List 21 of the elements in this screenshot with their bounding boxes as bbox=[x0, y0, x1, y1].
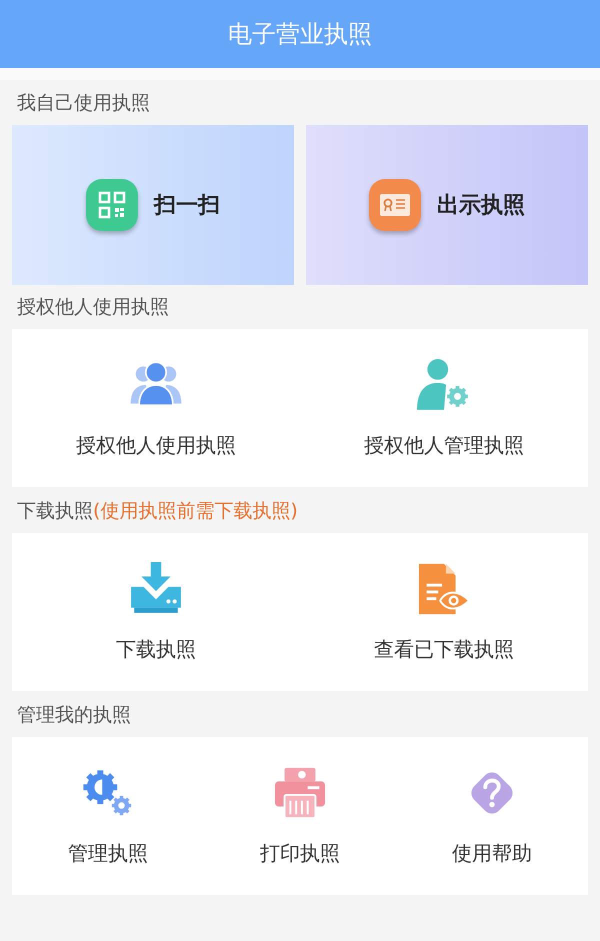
menu-item[interactable]: 下载执照 bbox=[12, 533, 300, 691]
printer-icon bbox=[273, 766, 327, 820]
action-tile[interactable]: 扫一扫 bbox=[12, 125, 294, 285]
qr-code-icon bbox=[86, 179, 138, 231]
menu-item[interactable]: 查看已下载执照 bbox=[300, 533, 588, 691]
section-title: 授权他人使用执照 bbox=[17, 295, 169, 320]
user-gear-icon bbox=[417, 358, 471, 412]
action-tile[interactable]: 出示执照 bbox=[306, 125, 588, 285]
menu-item[interactable]: 管理执照 bbox=[12, 737, 204, 895]
menu-item[interactable]: 使用帮助 bbox=[396, 737, 588, 895]
section-title: 下载执照 bbox=[17, 499, 93, 524]
document-eye-icon bbox=[417, 562, 471, 616]
menu-item[interactable]: 授权他人管理执照 bbox=[300, 329, 588, 487]
section-title: 我自己使用执照 bbox=[17, 90, 150, 116]
menu-item[interactable]: 授权他人使用执照 bbox=[12, 329, 300, 487]
section-note: (使用执照前需下载执照) bbox=[93, 499, 298, 524]
page-title: 电子营业执照 bbox=[228, 19, 372, 50]
section-title: 管理我的执照 bbox=[17, 703, 131, 728]
menu-item[interactable]: 打印执照 bbox=[204, 737, 396, 895]
download-icon bbox=[129, 562, 183, 616]
certificate-icon bbox=[369, 179, 421, 231]
